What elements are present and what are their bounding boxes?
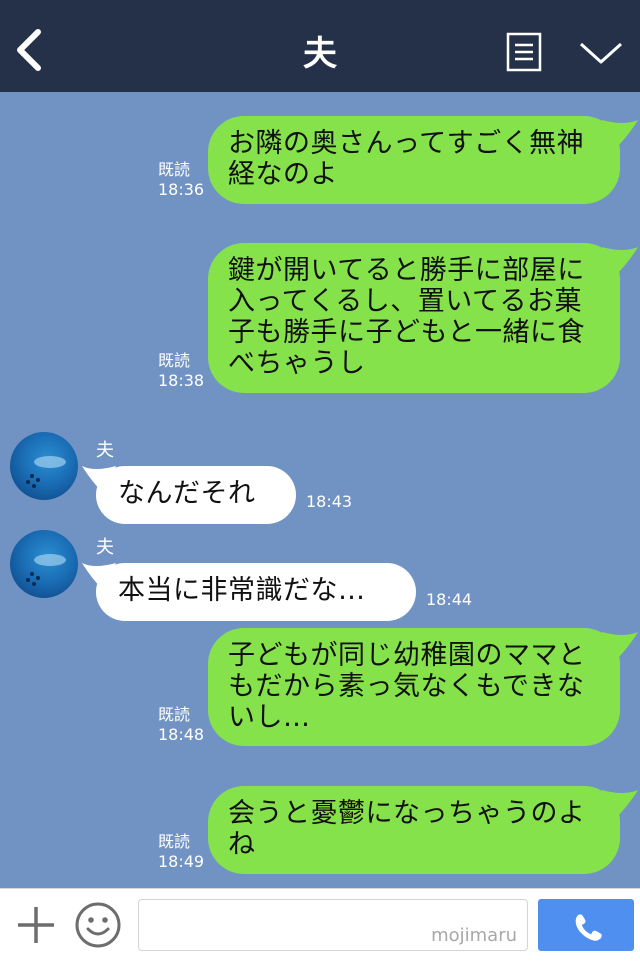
plus-icon <box>18 907 54 943</box>
list-icon <box>506 32 542 72</box>
watermark-text: mojimaru <box>431 925 517 946</box>
sender-name: 夫 <box>96 537 114 558</box>
message-bubble[interactable]: なんだそれ <box>96 466 296 524</box>
read-receipt: 既読 <box>158 160 191 179</box>
message-time: 18:48 <box>158 725 205 744</box>
message-time: 18:44 <box>426 590 473 609</box>
message-input[interactable]: mojimaru <box>138 899 528 951</box>
message-time: 18:36 <box>158 180 205 199</box>
smiley-icon <box>75 902 121 948</box>
bubble-tail <box>602 120 638 148</box>
collapse-button[interactable] <box>578 40 624 68</box>
phone-icon <box>575 914 602 941</box>
message-bubble[interactable]: お隣の奥さんってすごく無神経なのよ <box>208 116 620 204</box>
message-time: 18:38 <box>158 371 205 390</box>
call-button[interactable] <box>538 899 634 951</box>
message-bubble[interactable]: 会うと憂鬱になっちゃうのよね <box>208 786 620 874</box>
read-receipt: 既読 <box>158 351 191 370</box>
message-bubble[interactable]: 子どもが同じ幼稚園のママともだから素っ気なくもできないし… <box>208 628 620 746</box>
message-bubble[interactable]: 鍵が開いてると勝手に部屋に入ってくるし、置いてるお菓子も勝手に子どもと一緒に食べ… <box>208 243 620 393</box>
chat-header: 夫 <box>0 0 640 92</box>
message-bubble[interactable]: 本当に非常識だな… <box>96 563 416 621</box>
fish-icon <box>26 554 66 586</box>
read-receipt: 既読 <box>158 705 191 724</box>
bubble-tail <box>602 247 638 275</box>
message-time: 18:49 <box>158 852 205 871</box>
input-bar: mojimaru <box>0 888 640 961</box>
message-time: 18:43 <box>306 492 353 511</box>
avatar[interactable] <box>10 432 78 500</box>
bubble-tail <box>602 790 638 818</box>
chevron-down-icon <box>579 42 623 64</box>
fish-icon <box>26 456 66 488</box>
bubble-tail <box>602 632 638 660</box>
menu-button[interactable] <box>506 32 542 72</box>
read-receipt: 既読 <box>158 832 191 851</box>
add-button[interactable] <box>14 903 58 947</box>
avatar[interactable] <box>10 530 78 598</box>
sender-name: 夫 <box>96 440 114 461</box>
chat-title: 夫 <box>303 34 337 74</box>
emoji-button[interactable] <box>74 901 122 949</box>
